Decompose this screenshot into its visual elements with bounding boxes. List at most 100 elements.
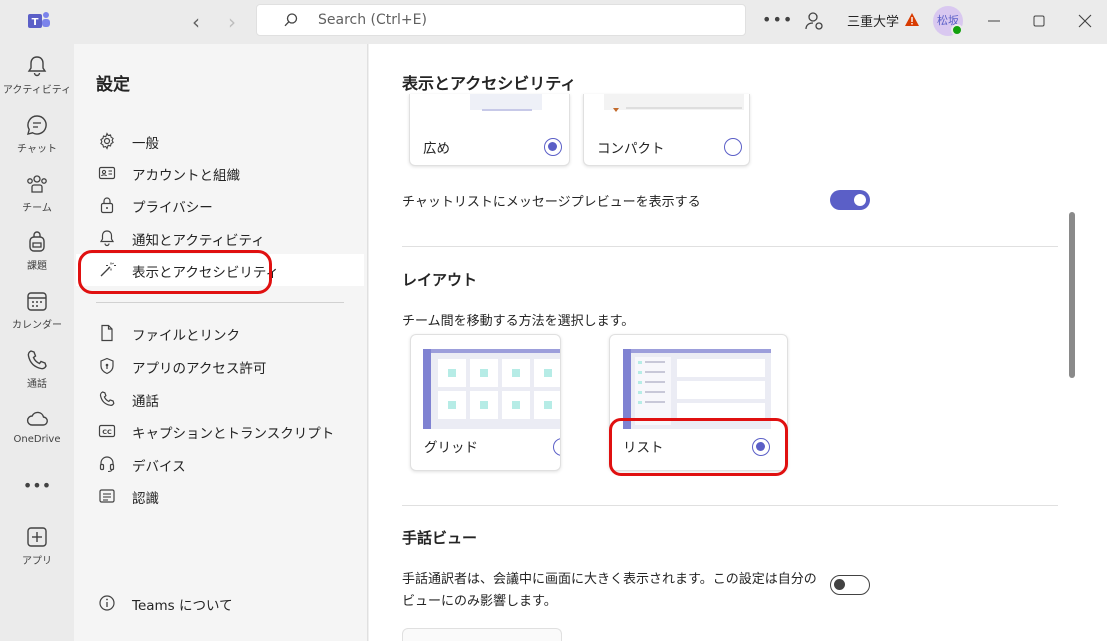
density-radio-compact[interactable] xyxy=(724,138,742,156)
main-scrollbar[interactable] xyxy=(1069,212,1075,378)
density-option-roomy[interactable]: 広め xyxy=(409,94,570,166)
sign-language-preview-card xyxy=(402,628,562,641)
chat-preview-toggle[interactable] xyxy=(830,190,870,210)
settings-item-app-permissions[interactable]: アプリのアクセス許可 xyxy=(76,350,364,382)
settings-title: 設定 xyxy=(96,75,130,95)
settings-item-about[interactable]: Teams について xyxy=(76,587,364,619)
rail-label: 通話 xyxy=(27,379,47,390)
rail-label: アプリ xyxy=(22,556,52,567)
more-apps-icon[interactable]: ••• xyxy=(0,476,74,500)
title-bar: T ‹ › Search (Ctrl+E) ••• 三重大学 松坂 xyxy=(0,0,1107,44)
headset-icon xyxy=(99,456,115,473)
settings-item-label: 認識 xyxy=(132,491,159,507)
chat-preview-label: チャットリストにメッセージプレビューを表示する xyxy=(402,195,701,210)
rail-label: カレンダー xyxy=(12,320,62,331)
settings-item-label: プライバシー xyxy=(132,200,213,216)
settings-item-general[interactable]: 一般 xyxy=(76,125,364,157)
svg-text:CC: CC xyxy=(102,428,112,436)
settings-item-privacy[interactable]: プライバシー xyxy=(76,189,364,221)
rail-item-chat[interactable]: チャット xyxy=(0,113,74,171)
layout-radio-grid[interactable] xyxy=(553,438,560,456)
bell-icon xyxy=(99,230,115,247)
close-icon[interactable] xyxy=(1072,9,1098,33)
settings-panel: 設定 一般 アカウントと組織 プライバシー 通知とアクティビティ 表示とアクセシ… xyxy=(74,44,368,641)
cc-icon: CC xyxy=(98,424,116,438)
rail-label: チーム xyxy=(22,203,52,214)
density-radio-roomy[interactable] xyxy=(544,138,562,156)
rail-label: チャット xyxy=(17,144,57,155)
settings-item-label: Teams について xyxy=(132,598,233,614)
settings-item-label: アカウントと組織 xyxy=(132,168,240,184)
minimize-icon[interactable] xyxy=(981,9,1007,33)
plus-square-icon xyxy=(27,527,47,547)
rail-label: OneDrive xyxy=(13,434,61,445)
density-option-label: 広め xyxy=(423,141,450,157)
search-placeholder: Search (Ctrl+E) xyxy=(318,12,427,28)
settings-item-label: アプリのアクセス許可 xyxy=(132,361,267,377)
layout-option-grid[interactable]: グリッド xyxy=(410,334,561,471)
rail-label: 課題 xyxy=(27,261,47,272)
settings-item-label: デバイス xyxy=(132,459,186,475)
settings-item-label: 通話 xyxy=(132,394,159,410)
maximize-icon[interactable] xyxy=(1026,9,1052,33)
list-icon xyxy=(99,489,115,503)
layout-description: チーム間を移動する方法を選択します。 xyxy=(402,314,635,329)
shield-icon xyxy=(100,357,114,375)
cloud-icon xyxy=(26,411,48,426)
sign-language-description-line2: ビューにのみ影響します。 xyxy=(402,594,557,609)
settings-item-files[interactable]: ファイルとリンク xyxy=(76,317,364,349)
person-settings-icon[interactable] xyxy=(803,10,825,32)
settings-item-label: 通知とアクティビティ xyxy=(132,233,265,249)
sign-language-section-title: 手話ビュー xyxy=(402,529,478,547)
warning-icon[interactable] xyxy=(904,12,920,28)
rail-item-calendar[interactable]: カレンダー xyxy=(0,289,74,347)
id-card-icon xyxy=(98,166,116,180)
presence-available-icon xyxy=(951,24,963,36)
list-layout-preview-icon xyxy=(623,349,771,429)
bell-icon xyxy=(27,56,47,77)
settings-item-captions[interactable]: CC キャプションとトランスクリプト xyxy=(76,415,364,447)
org-name[interactable]: 三重大学 xyxy=(847,11,899,30)
rail-item-activity[interactable]: アクティビティ xyxy=(0,54,74,112)
settings-item-accounts[interactable]: アカウントと組織 xyxy=(76,157,364,189)
menu-divider xyxy=(96,302,344,303)
rail-item-assignments[interactable]: 課題 xyxy=(0,230,74,288)
sign-language-description-line1: 手話通訳者は、会議中に画面に大きく表示されます。この設定は自分の xyxy=(402,572,817,587)
info-icon xyxy=(99,595,115,611)
main-content: 表示とアクセシビリティ 広め コンパクト チャットリストにメッセージプレビューを… xyxy=(369,44,1107,641)
section-divider xyxy=(402,505,1058,506)
settings-item-recognition[interactable]: 認識 xyxy=(76,480,364,512)
density-option-compact[interactable]: コンパクト xyxy=(583,94,750,166)
svg-text:T: T xyxy=(32,17,39,28)
file-icon xyxy=(101,324,113,342)
compact-preview-icon xyxy=(604,94,744,112)
rail-item-teams[interactable]: チーム xyxy=(0,172,74,230)
back-arrow-icon[interactable]: ‹ xyxy=(184,10,208,34)
app-rail: アクティビティ チャット チーム 課題 カレンダー 通話 OneDrive ••… xyxy=(0,44,74,641)
section-divider xyxy=(402,246,1058,247)
sign-language-toggle[interactable] xyxy=(830,575,870,595)
roomy-preview-icon xyxy=(470,94,542,111)
search-input[interactable]: Search (Ctrl+E) xyxy=(256,4,746,36)
settings-item-devices[interactable]: デバイス xyxy=(76,448,364,480)
rail-item-apps[interactable]: アプリ xyxy=(0,525,74,583)
more-options-icon[interactable]: ••• xyxy=(762,10,793,29)
rail-label: アクティビティ xyxy=(2,85,72,96)
rail-item-calls[interactable]: 通話 xyxy=(0,348,74,406)
teams-logo-icon[interactable]: T xyxy=(26,9,52,33)
layout-option-label: グリッド xyxy=(424,440,478,456)
backpack-icon xyxy=(29,231,45,252)
settings-item-label: キャプションとトランスクリプト xyxy=(132,426,335,442)
phone-icon xyxy=(99,391,115,406)
gear-icon xyxy=(100,132,114,150)
search-icon xyxy=(284,13,298,27)
page-title: 表示とアクセシビリティ xyxy=(402,74,577,93)
rail-item-onedrive[interactable]: OneDrive xyxy=(0,407,74,465)
settings-item-calls[interactable]: 通話 xyxy=(76,383,364,415)
chat-icon xyxy=(27,115,47,135)
settings-item-label: 一般 xyxy=(132,136,159,152)
lock-icon xyxy=(100,197,114,214)
phone-icon xyxy=(27,350,47,370)
forward-arrow-icon[interactable]: › xyxy=(220,10,244,34)
layout-section-title: レイアウト xyxy=(402,271,478,289)
